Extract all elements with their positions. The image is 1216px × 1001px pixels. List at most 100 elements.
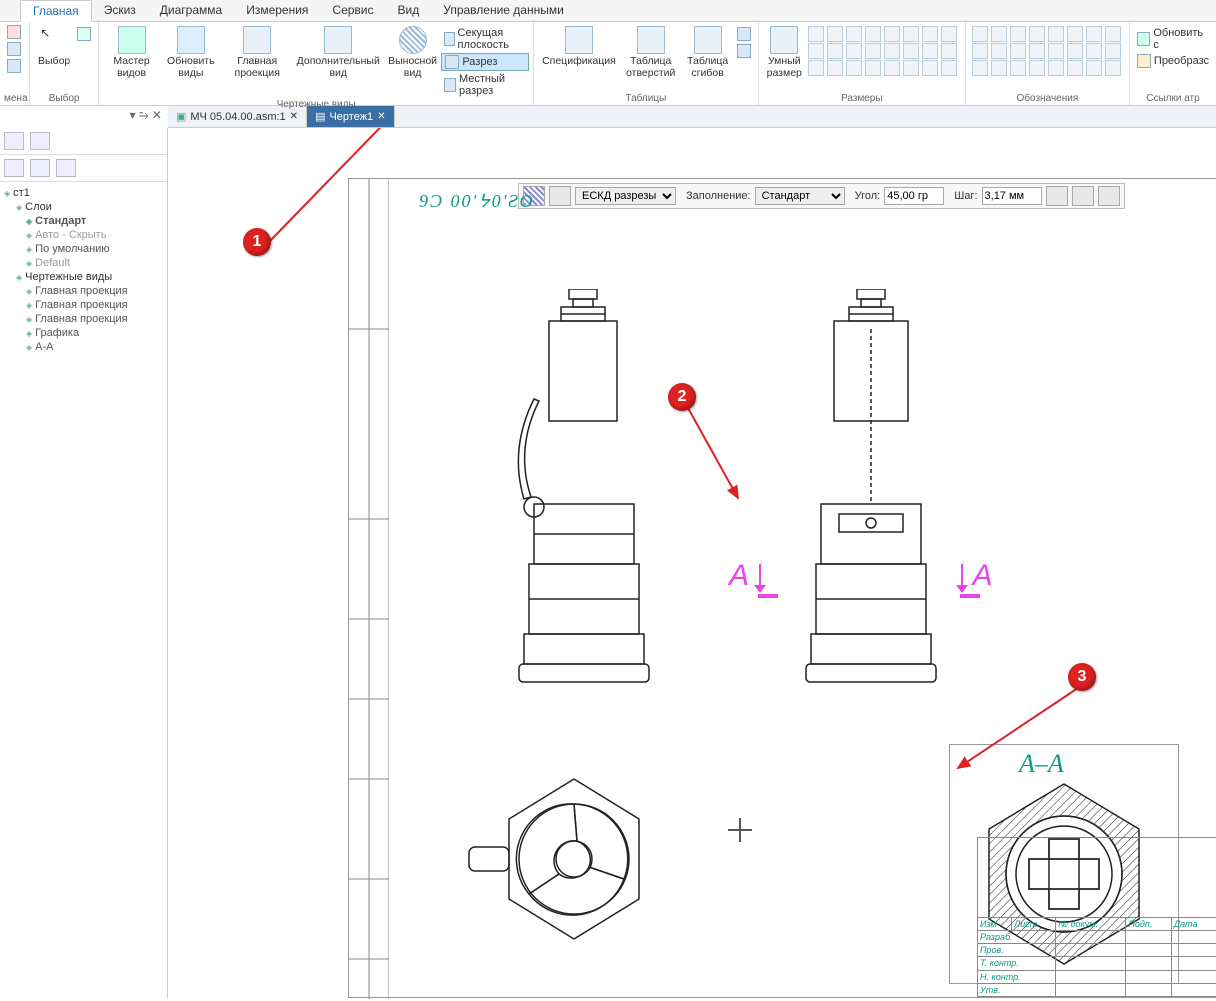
dim-icon[interactable] [884,26,900,42]
annot-icon[interactable] [1029,60,1045,76]
dim-icon[interactable] [941,26,957,42]
tree-layer[interactable]: Авто - Скрыть [2,228,165,242]
dim-icon[interactable] [922,26,938,42]
panel-pin-bar[interactable]: ▾ ⥲ ✕ [0,106,168,125]
dim-icon[interactable] [903,43,919,59]
dim-icon[interactable] [922,60,938,76]
panel-tool-icon[interactable] [56,159,76,177]
copy-icon[interactable] [4,41,24,57]
select-button[interactable]: ↖Выбор [34,24,74,70]
annot-icon[interactable] [1048,26,1064,42]
dim-icon[interactable] [941,43,957,59]
annot-icon[interactable] [1086,60,1102,76]
annot-icon[interactable] [1048,43,1064,59]
annot-icon[interactable] [1067,43,1083,59]
dim-icon[interactable] [941,60,957,76]
tab-measure[interactable]: Измерения [234,0,320,21]
tab-main[interactable]: Главная [20,0,92,22]
paste-icon[interactable] [4,58,24,74]
aux-view-button[interactable]: Дополнительный вид [293,24,384,81]
dim-icon[interactable] [846,43,862,59]
dim-icon[interactable] [846,26,862,42]
tree-root[interactable]: ст1 [2,186,165,200]
tree-view-item[interactable]: Графика [2,326,165,340]
tab-diagram[interactable]: Диаграмма [148,0,234,21]
tree-views-node[interactable]: Чертежные виды [2,270,165,284]
dim-icon[interactable] [827,43,843,59]
annot-icon[interactable] [1029,26,1045,42]
tab-sketch[interactable]: Эскиз [92,0,148,21]
annot-icon[interactable] [972,26,988,42]
tree-view-item[interactable]: Главная проекция [2,284,165,298]
annot-icon[interactable] [1048,60,1064,76]
annot-icon[interactable] [1105,60,1121,76]
annotation-icons [970,24,1125,78]
table-tool2-icon[interactable] [734,43,754,59]
dim-icon[interactable] [922,43,938,59]
annot-icon[interactable] [1086,43,1102,59]
annot-icon[interactable] [972,43,988,59]
dim-icon[interactable] [903,60,919,76]
tree-view-item[interactable]: Главная проекция [2,312,165,326]
annot-icon[interactable] [1010,60,1026,76]
detail-view-button[interactable]: Выносной вид [384,24,442,81]
dim-icon[interactable] [865,43,881,59]
annot-icon[interactable] [1010,43,1026,59]
tab-view[interactable]: Вид [386,0,432,21]
panel-tool-icon[interactable] [30,159,50,177]
main-projection-button[interactable]: Главная проекция [222,24,293,81]
update-views-button[interactable]: Обновить виды [160,24,222,81]
tab-pdm[interactable]: Управление данными [431,0,576,21]
dim-icon[interactable] [846,60,862,76]
tree-layer[interactable]: Default [2,256,165,270]
tab-service[interactable]: Сервис [320,0,385,21]
annot-icon[interactable] [1105,26,1121,42]
dim-icon[interactable] [903,26,919,42]
dim-icon[interactable] [865,60,881,76]
spec-button[interactable]: Спецификация [538,24,620,70]
hole-table-button[interactable]: Таблица отверстий [620,24,682,81]
panel-tool-icon[interactable] [4,132,24,150]
dim-icon[interactable] [808,60,824,76]
cutting-plane-button[interactable]: Секущая плоскость [441,26,529,52]
smart-dim-button[interactable]: Умный размер [763,24,806,81]
local-section-button[interactable]: Местный разрез [441,72,529,98]
annot-icon[interactable] [1067,26,1083,42]
dim-icon[interactable] [827,60,843,76]
panel-tool-icon[interactable] [30,132,50,150]
annot-icon[interactable] [1010,26,1026,42]
dim-icon[interactable] [865,26,881,42]
update-refs-button[interactable]: Обновить с [1134,26,1212,52]
annot-icon[interactable] [1105,43,1121,59]
tree-layer[interactable]: Стандарт [2,214,165,228]
view-wizard-button[interactable]: Мастер видов [103,24,160,81]
annot-icon[interactable] [991,26,1007,42]
annot-icon[interactable] [991,60,1007,76]
annot-icon[interactable] [991,43,1007,59]
close-icon[interactable]: ✕ [290,111,298,122]
dim-icon[interactable] [884,60,900,76]
annot-icon[interactable] [972,60,988,76]
annot-icon[interactable] [1067,60,1083,76]
drawing-canvas[interactable]: ЕСКД разрезы Заполнение: Стандарт Угол: … [168,128,1216,1001]
dim-icon[interactable] [808,43,824,59]
doc-tab-asm[interactable]: ▣МЧ 05.04.00.asm:1✕ [168,106,307,127]
select-tool-icon[interactable] [74,26,94,42]
tree-view-item[interactable]: A-A [2,340,165,354]
tree-layer[interactable]: По умолчанию [2,242,165,256]
doc-tab-drawing[interactable]: ▤Чертеж1✕ [307,106,395,127]
close-icon[interactable]: ✕ [377,111,385,122]
transform-refs-button[interactable]: Преобразс [1134,53,1212,69]
dim-icon[interactable] [827,26,843,42]
bend-table-button[interactable]: Таблица сгибов [682,24,734,81]
section-button[interactable]: Разрез [441,53,529,71]
cut-icon[interactable] [4,24,24,40]
tree-layers-node[interactable]: Слои [2,200,165,214]
annot-icon[interactable] [1086,26,1102,42]
table-tool1-icon[interactable] [734,26,754,42]
annot-icon[interactable] [1029,43,1045,59]
dim-icon[interactable] [884,43,900,59]
dim-icon[interactable] [808,26,824,42]
panel-tool-icon[interactable] [4,159,24,177]
tree-view-item[interactable]: Главная проекция [2,298,165,312]
